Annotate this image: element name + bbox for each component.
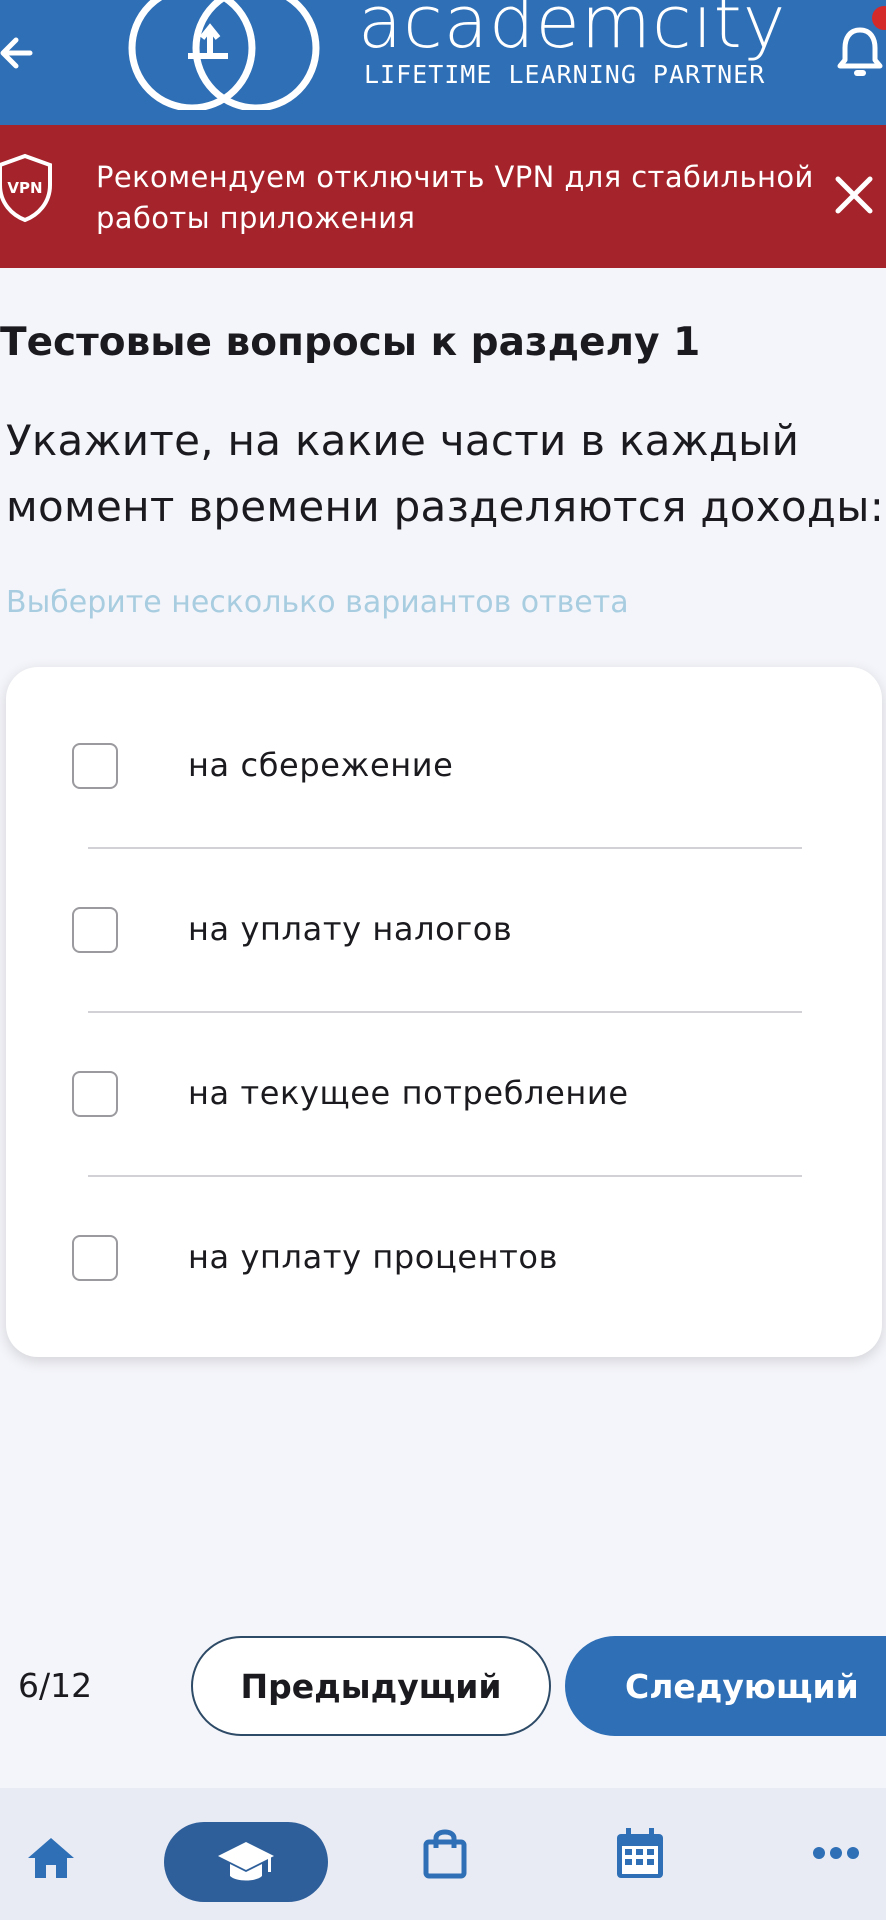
answer-option[interactable]: на текущее потребление [6,995,882,1159]
answer-checkbox[interactable] [72,743,118,789]
bell-icon[interactable] [836,24,884,82]
answer-option-label: на уплату налогов [188,910,513,948]
more-icon [813,1847,859,1859]
answer-option[interactable]: на сбережение [6,667,882,831]
vpn-banner-text: Рекомендуем отключить VPN для стабильной… [96,160,814,235]
answer-checkbox[interactable] [72,1235,118,1281]
answer-option[interactable]: на уплату процентов [6,1159,882,1323]
answer-checkbox[interactable] [72,907,118,953]
close-icon[interactable] [832,173,876,217]
shopping-bag-icon [423,1829,467,1879]
vpn-shield-icon: VPN [0,153,52,223]
question-text: Укажите, на какие части в каждый момент … [6,416,885,531]
quiz-screen: academcity LIFETIME LEARNING PARTNER VPN… [0,0,886,1920]
answer-option-label: на уплату процентов [188,1238,559,1276]
calendar-icon [617,1828,663,1878]
bottom-navigation [0,1788,886,1920]
academcity-logo: academcity LIFETIME LEARNING PARTNER [128,0,785,110]
nav-item-more[interactable] [786,1788,886,1920]
home-icon [28,1838,74,1878]
question-progress: 6/12 [18,1666,93,1705]
logo-tagline: LIFETIME LEARNING PARTNER [364,60,766,89]
logo-wordmark: academcity [358,0,787,64]
answer-options-card: на сбережение на уплату налогов на текущ… [6,667,882,1357]
section-title: Тестовые вопросы к разделу 1 [0,320,701,365]
vpn-badge-text: VPN [7,179,42,197]
answer-hint: Выберите несколько вариантов ответа [6,585,629,620]
answer-option-label: на текущее потребление [188,1074,629,1112]
nav-item-courses[interactable] [164,1822,328,1902]
answer-option[interactable]: на уплату налогов [6,831,882,995]
nav-item-home[interactable] [0,1788,100,1920]
next-button[interactable]: Следующий [565,1636,886,1736]
vpn-warning-banner: VPN Рекомендуем отключить VPN для стабил… [0,125,886,268]
nav-item-shop[interactable] [400,1788,500,1920]
nav-item-calendar[interactable] [590,1788,690,1920]
previous-button[interactable]: Предыдущий [191,1636,551,1736]
answer-option-label: на сбережение [188,746,454,784]
app-header: academcity LIFETIME LEARNING PARTNER [0,0,886,125]
logo-mark-icon [128,0,320,110]
answer-checkbox[interactable] [72,1071,118,1117]
arrow-left-icon[interactable] [0,28,38,78]
graduation-cap-icon [218,1842,274,1881]
